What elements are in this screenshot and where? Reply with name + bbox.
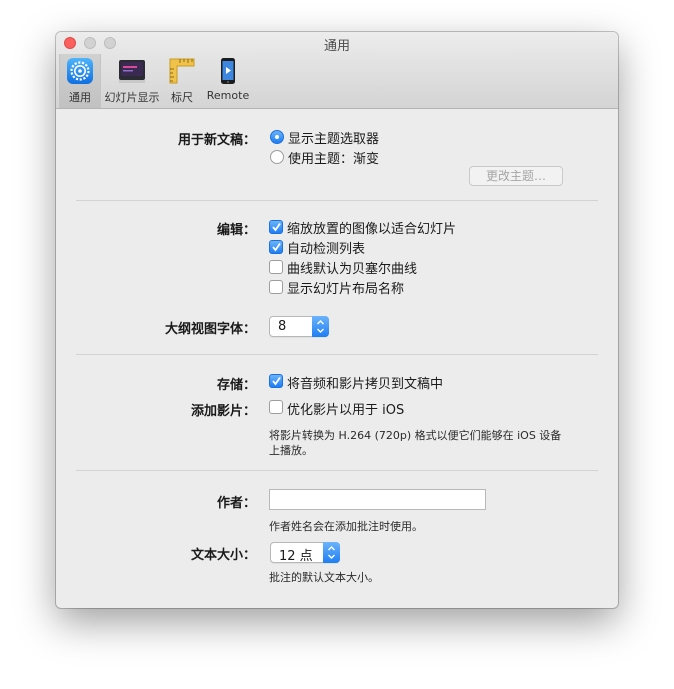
popup-arrows-icon [323, 542, 340, 563]
text-size-popup[interactable]: 12 点 [270, 542, 340, 564]
radio-use-theme[interactable] [270, 150, 284, 164]
optimize-ios-help-line2: 上播放。 [269, 444, 313, 457]
separator [76, 200, 598, 201]
storage-label: 存储： [216, 378, 256, 393]
optimize-ios-help: 将影片转换为 H.264 (720p) 格式以便它们能够在 iOS 设备 上播放… [269, 428, 589, 458]
tab-slideshow[interactable]: 幻灯片显示 [101, 54, 163, 108]
text-size-label: 文本大小： [190, 548, 256, 563]
radio-show-theme-chooser-label: 显示主题选取器 [288, 132, 380, 147]
tab-remote-label: Remote [206, 89, 250, 102]
popup-arrows-icon [312, 316, 329, 337]
separator [76, 470, 598, 471]
author-help: 作者姓名会在添加批注时使用。 [269, 520, 423, 533]
window-title: 通用 [323, 39, 350, 54]
new-doc-label: 用于新文稿： [177, 133, 256, 148]
tab-ruler[interactable]: 标尺 [163, 54, 201, 108]
author-input[interactable] [269, 489, 486, 510]
tab-general[interactable]: 通用 [59, 54, 101, 108]
checkbox-optimize-ios[interactable] [269, 400, 283, 414]
toolbar: 通用 通用 幻灯片显示 标尺 Remote [56, 32, 618, 109]
tab-general-label: 通用 [69, 91, 91, 104]
change-theme-button[interactable]: 更改主题… [469, 166, 563, 186]
remote-iphone-icon [221, 58, 235, 84]
separator [76, 354, 598, 355]
outline-font-popup[interactable]: 8 [269, 316, 329, 337]
slideshow-icon [119, 60, 145, 83]
add-movie-label: 添加影片： [190, 404, 256, 419]
general-gear-icon [67, 58, 93, 84]
outline-font-label: 大纲视图字体： [164, 322, 256, 337]
tab-remote[interactable]: Remote [203, 54, 253, 108]
author-label: 作者： [216, 496, 256, 511]
checkbox-scale-images-label: 缩放放置的图像以适合幻灯片 [287, 222, 457, 237]
editing-label: 编辑： [216, 223, 256, 238]
tab-slideshow-label: 幻灯片显示 [104, 91, 160, 104]
checkbox-auto-detect-lists-label: 自动检测列表 [287, 242, 366, 257]
checkbox-scale-images[interactable] [269, 220, 283, 234]
checkbox-show-layout-names[interactable] [269, 280, 283, 294]
text-size-value: 12 点 [279, 549, 313, 564]
text-size-help: 批注的默认文本大小。 [269, 571, 379, 584]
checkbox-optimize-ios-label: 优化影片以用于 iOS [287, 403, 405, 418]
radio-use-theme-label: 使用主题：渐变 [288, 152, 380, 167]
preferences-window: 通用 通用 幻灯片显示 标尺 Remote 用于新文稿： 显示主题选取器 使用主… [56, 32, 618, 608]
tab-ruler-label: 标尺 [171, 91, 193, 104]
checkbox-bezier-curves-label: 曲线默认为贝塞尔曲线 [287, 262, 418, 277]
checkbox-copy-media[interactable] [269, 374, 283, 388]
checkbox-copy-media-label: 将音频和影片拷贝到文稿中 [287, 377, 444, 392]
checkbox-auto-detect-lists[interactable] [269, 240, 283, 254]
checkbox-show-layout-names-label: 显示幻灯片布局名称 [287, 282, 405, 297]
outline-font-value: 8 [278, 319, 287, 334]
radio-show-theme-chooser[interactable] [270, 130, 284, 144]
ruler-icon [169, 58, 195, 84]
checkbox-bezier-curves[interactable] [269, 260, 283, 274]
optimize-ios-help-line1: 将影片转换为 H.264 (720p) 格式以便它们能够在 iOS 设备 [269, 429, 562, 442]
